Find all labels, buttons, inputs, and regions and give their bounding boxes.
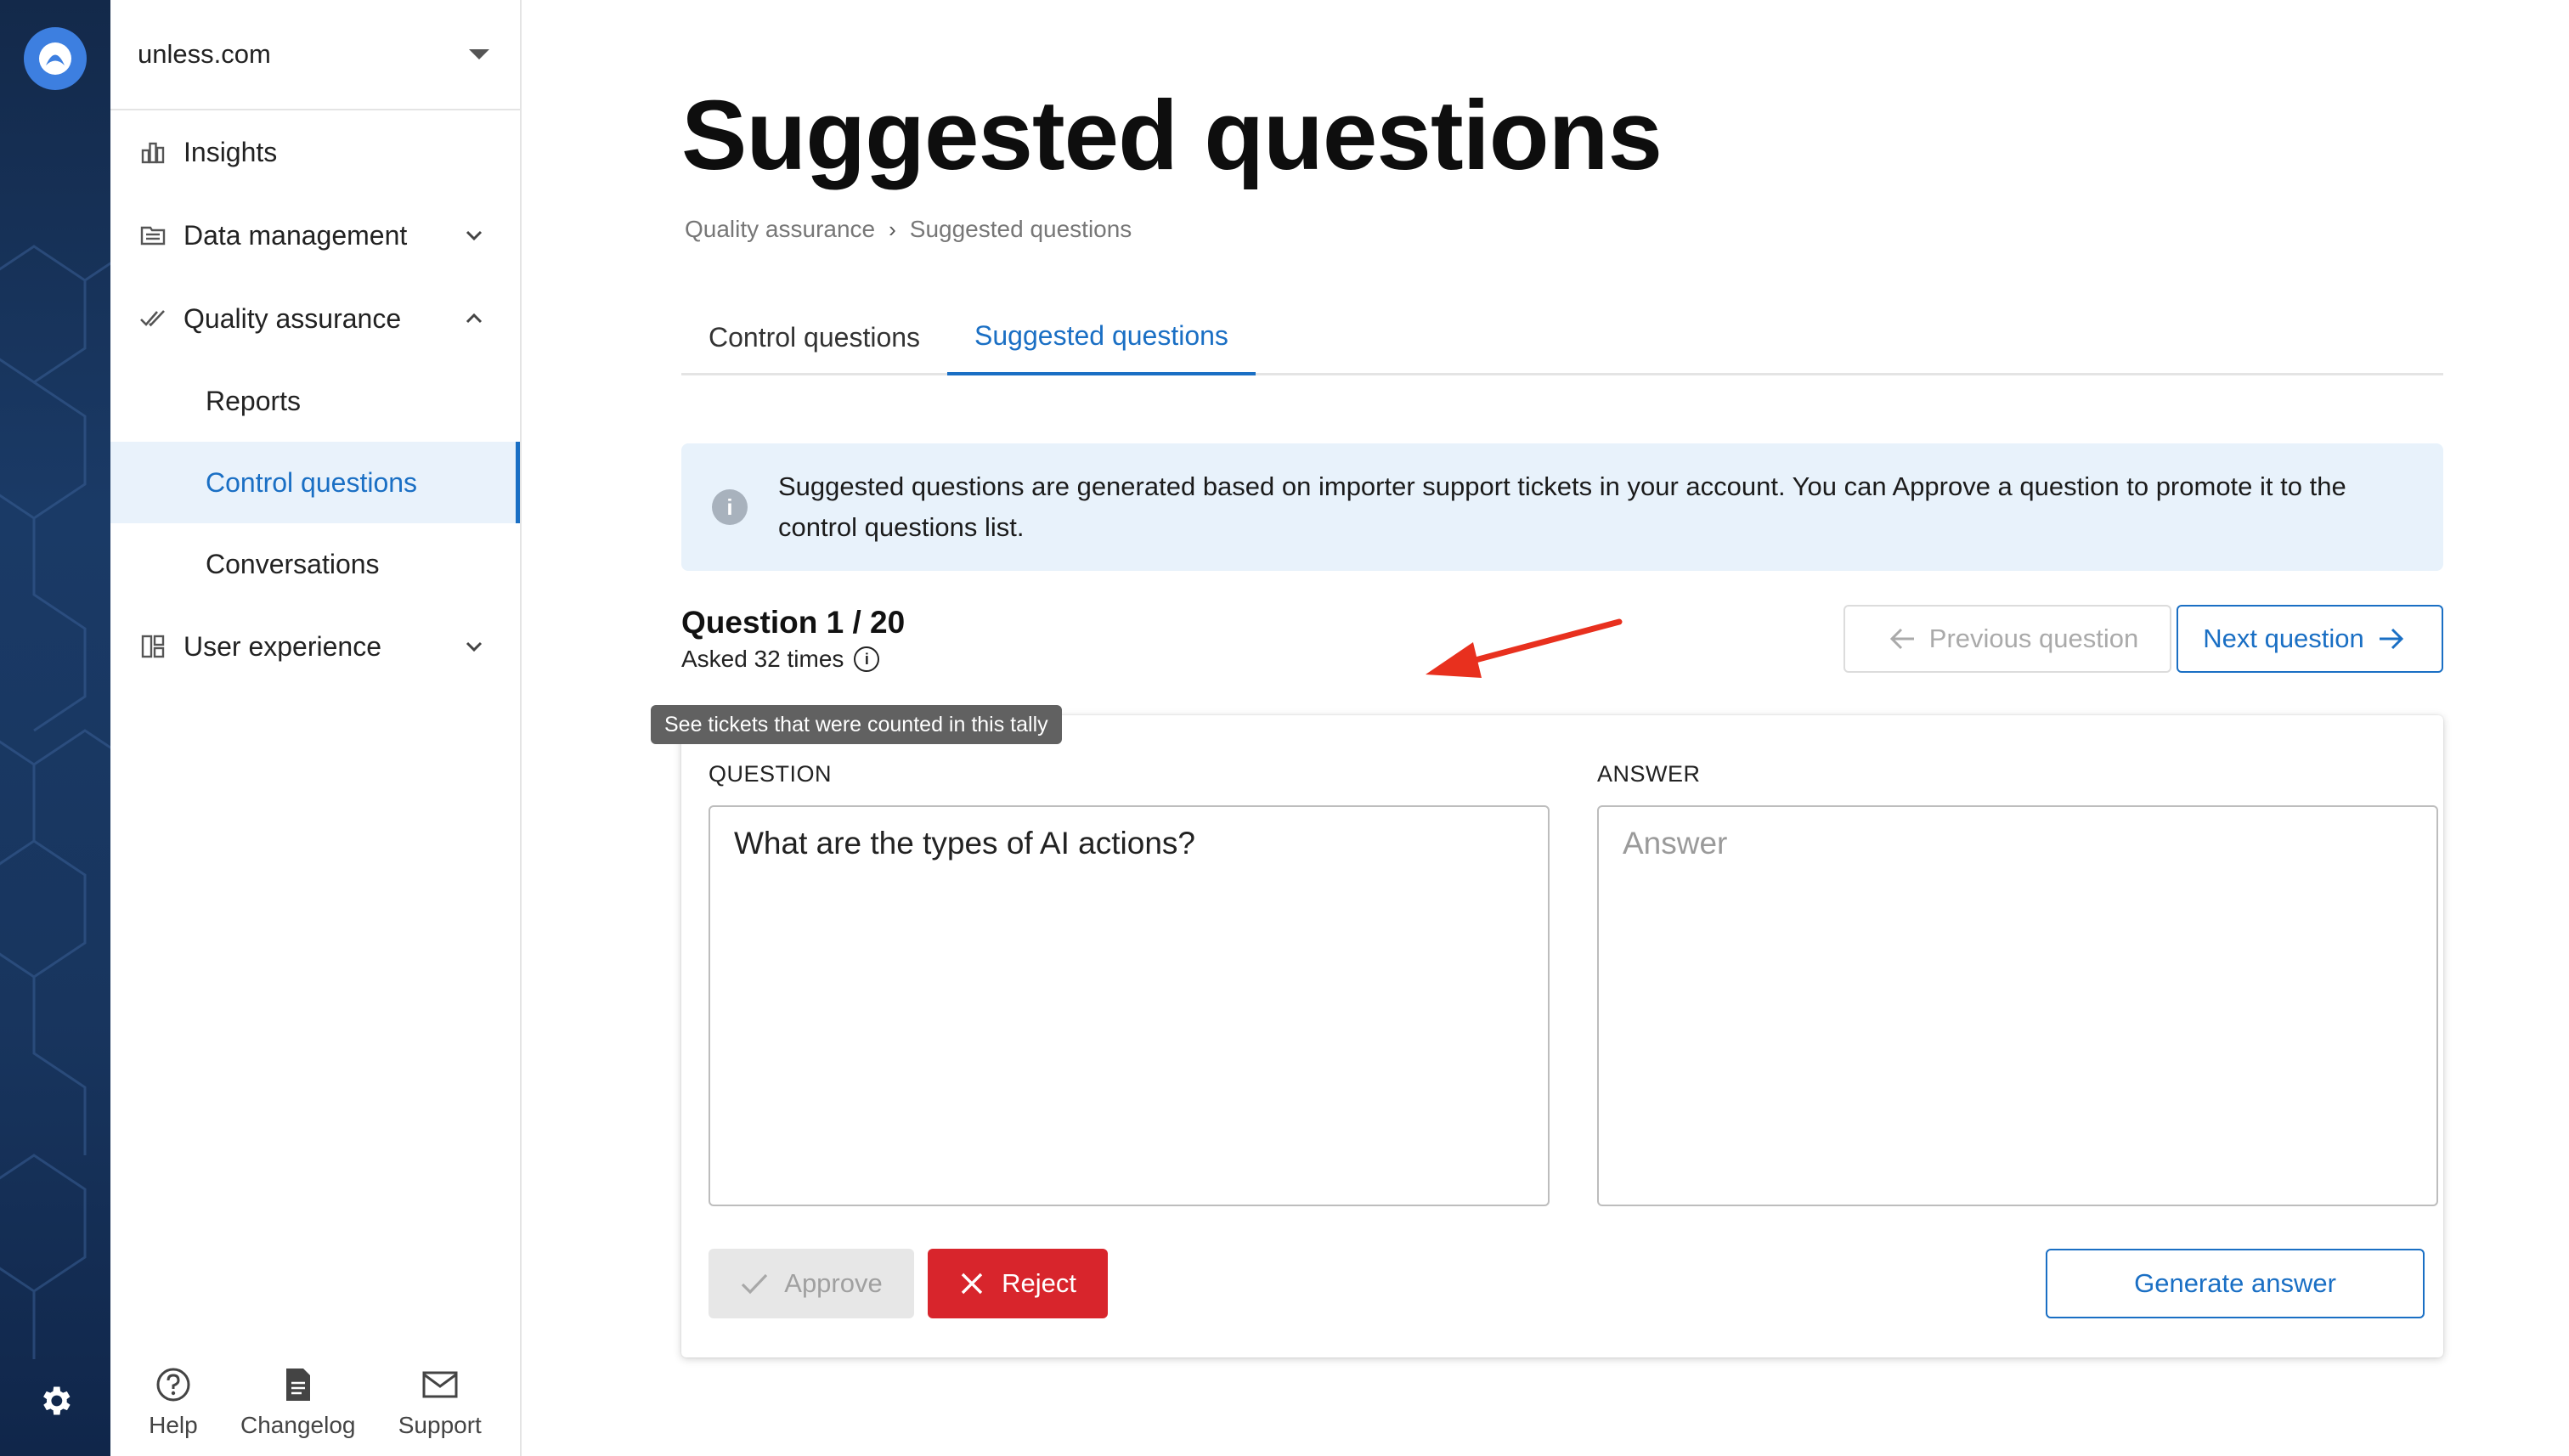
help-icon <box>153 1364 194 1405</box>
tab-control-questions[interactable]: Control questions <box>681 299 947 375</box>
info-banner: i Suggested questions are generated base… <box>681 443 2443 571</box>
sidebar-item-label: User experience <box>184 630 381 662</box>
rail-pattern <box>0 245 110 1359</box>
question-counter: Question 1 / 20 <box>681 605 906 640</box>
support-label: Support <box>398 1412 482 1438</box>
sidebar-item-user-experience[interactable]: User experience <box>110 605 520 688</box>
sidebar-item-data-management[interactable]: Data management <box>110 194 520 277</box>
previous-question-label: Previous question <box>1928 624 2139 653</box>
reject-label: Reject <box>1002 1268 1076 1298</box>
tab-bar: Control questions Suggested questions <box>681 299 2443 375</box>
question-field-label: QUESTION <box>709 761 833 787</box>
question-card: QUESTION ANSWER What are the types of AI… <box>681 715 2443 1357</box>
mail-icon <box>420 1364 460 1405</box>
sidebar-nav: Insights Data management Quality assuran… <box>110 110 520 688</box>
arrow-right-icon <box>2376 627 2405 651</box>
check-icon <box>740 1271 769 1296</box>
sidebar-footer: Help Changelog Support <box>110 1354 520 1456</box>
app-logo[interactable] <box>24 27 87 90</box>
sidebar-item-quality-assurance[interactable]: Quality assurance <box>110 277 520 360</box>
changelog-label: Changelog <box>240 1412 356 1438</box>
arrow-left-icon <box>1889 627 1917 651</box>
info-icon: i <box>712 489 748 525</box>
answer-field-label: ANSWER <box>1597 761 1701 787</box>
layout-icon <box>138 631 168 662</box>
generate-answer-button[interactable]: Generate answer <box>2046 1249 2425 1318</box>
close-icon <box>959 1271 985 1296</box>
sidebar-subitem-conversations[interactable]: Conversations <box>110 523 520 605</box>
annotation-arrow-icon <box>1426 618 1623 678</box>
sidebar: unless.com Insights Data management Qual… <box>110 0 522 1456</box>
question-header: Question 1 / 20 Asked 32 times i <box>681 605 905 673</box>
help-link[interactable]: Help <box>149 1364 198 1439</box>
workspace-name: unless.com <box>138 39 271 69</box>
sidebar-subitem-control-questions[interactable]: Control questions <box>110 442 520 523</box>
info-circle-icon[interactable]: i <box>854 646 880 672</box>
settings-button[interactable] <box>34 1380 76 1422</box>
reject-button[interactable]: Reject <box>928 1249 1108 1318</box>
sidebar-item-label: Data management <box>184 219 408 251</box>
caret-down-icon <box>469 49 489 59</box>
tally-tooltip: See tickets that were counted in this ta… <box>651 705 1062 744</box>
chevron-up-icon <box>459 303 489 334</box>
page-title: Suggested questions <box>681 80 1663 190</box>
document-icon <box>278 1364 319 1405</box>
sidebar-subitem-reports[interactable]: Reports <box>110 360 520 442</box>
breadcrumb: Quality assurance › Suggested questions <box>685 216 1132 243</box>
folder-icon <box>138 220 168 251</box>
approve-button[interactable]: Approve <box>709 1249 914 1318</box>
support-link[interactable]: Support <box>398 1364 482 1439</box>
answer-textarea[interactable]: Answer <box>1597 805 2438 1206</box>
sidebar-item-insights[interactable]: Insights <box>110 110 520 194</box>
sidebar-item-label: Insights <box>184 136 278 167</box>
next-question-label: Next question <box>2203 624 2364 653</box>
approve-label: Approve <box>784 1268 883 1298</box>
chevron-down-icon <box>459 631 489 662</box>
previous-question-button[interactable]: Previous question <box>1843 605 2171 673</box>
breadcrumb-chevron-icon: › <box>889 216 896 242</box>
double-check-icon <box>138 303 168 334</box>
info-text: Suggested questions are generated based … <box>778 471 2346 542</box>
asked-count: Asked 32 times <box>681 646 844 672</box>
asked-count-row: Asked 32 times i <box>681 646 905 673</box>
workspace-switcher[interactable]: unless.com <box>110 0 520 110</box>
app-rail <box>0 0 110 1456</box>
breadcrumb-link-quality-assurance[interactable]: Quality assurance <box>685 216 875 243</box>
help-label: Help <box>149 1412 198 1438</box>
logo-icon <box>39 42 71 75</box>
next-question-button[interactable]: Next question <box>2177 605 2443 673</box>
sidebar-item-label: Quality assurance <box>184 302 402 334</box>
breadcrumb-current: Suggested questions <box>909 216 1132 242</box>
question-textarea[interactable]: What are the types of AI actions? <box>709 805 1550 1206</box>
bar-chart-icon <box>138 137 168 167</box>
main-content: Suggested questions Quality assurance › … <box>522 0 2569 1456</box>
tab-suggested-questions[interactable]: Suggested questions <box>947 299 1256 375</box>
changelog-link[interactable]: Changelog <box>240 1364 355 1439</box>
app-root: unless.com Insights Data management Qual… <box>0 0 2569 1456</box>
chevron-down-icon <box>459 220 489 251</box>
gear-icon <box>43 1386 71 1415</box>
